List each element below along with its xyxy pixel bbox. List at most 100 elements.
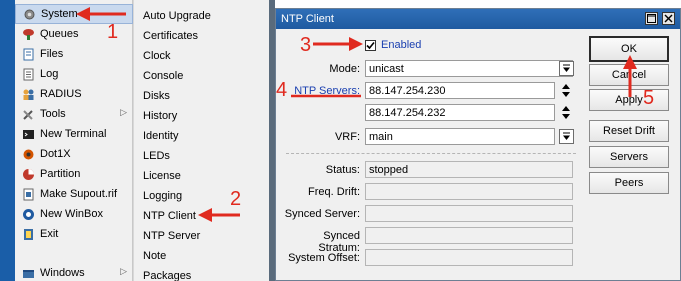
partition-icon bbox=[21, 168, 35, 181]
menu-item-windows[interactable]: Windows ▷ bbox=[15, 263, 133, 281]
menu-item-files[interactable]: Files bbox=[15, 44, 133, 64]
ntp-server-value: 88.147.254.230 bbox=[369, 84, 446, 97]
cancel-button[interactable]: Cancel bbox=[589, 64, 669, 86]
separator bbox=[286, 153, 576, 154]
ntp-server-value: 88.147.254.232 bbox=[369, 106, 446, 119]
mode-select[interactable]: unicast bbox=[365, 60, 573, 77]
submenu-item-note[interactable]: Note bbox=[137, 246, 265, 265]
submenu-item-clock[interactable]: Clock bbox=[137, 46, 265, 65]
close-icon[interactable] bbox=[662, 12, 675, 25]
submenu-item-ntp-client[interactable]: NTP Client bbox=[137, 206, 265, 225]
exit-icon bbox=[21, 228, 35, 241]
mode-value: unicast bbox=[369, 62, 404, 75]
reorder-icon[interactable] bbox=[560, 104, 572, 121]
annotation-number: 3 bbox=[300, 34, 312, 56]
menu-item-partition[interactable]: Partition bbox=[15, 164, 133, 184]
vrf-select[interactable]: main bbox=[365, 128, 555, 145]
ntp-server-field[interactable]: 88.147.254.230 bbox=[365, 82, 555, 99]
tools-icon bbox=[21, 108, 35, 121]
ntp-client-dialog: NTP Client Enabled Mode: unicast NTP Ser… bbox=[275, 8, 681, 281]
vrf-label: VRF: bbox=[334, 131, 360, 143]
side-strip bbox=[0, 0, 15, 281]
vrf-value: main bbox=[369, 130, 393, 143]
radius-icon bbox=[21, 88, 35, 101]
menu-item-label: Files bbox=[40, 48, 64, 60]
ntp-server-field[interactable]: 88.147.254.232 bbox=[365, 104, 555, 121]
enabled-checkbox[interactable] bbox=[365, 40, 376, 51]
reset-drift-button[interactable]: Reset Drift bbox=[589, 120, 669, 142]
annotation-number: 4 bbox=[276, 79, 288, 101]
submenu-item-license[interactable]: License bbox=[137, 166, 265, 185]
menu-item-label: New Terminal bbox=[40, 128, 107, 140]
menu-item-label: Exit bbox=[40, 228, 59, 240]
menu-item-label: Log bbox=[40, 68, 59, 80]
gear-icon bbox=[22, 8, 36, 21]
log-icon bbox=[21, 68, 35, 81]
reorder-icon[interactable] bbox=[560, 82, 572, 99]
system-offset-label: System Offset: bbox=[288, 252, 360, 264]
submenu-arrow-icon: ▷ bbox=[120, 107, 127, 117]
submenu-item-leds[interactable]: LEDs bbox=[137, 146, 265, 165]
system-submenu: Auto Upgrade Certificates Clock Console … bbox=[133, 0, 269, 281]
winbox-icon bbox=[21, 208, 35, 221]
menu-item-label: Dot1X bbox=[40, 148, 71, 160]
submenu-item-identity[interactable]: Identity bbox=[137, 126, 265, 145]
status-value: stopped bbox=[369, 163, 409, 176]
files-icon bbox=[21, 48, 35, 61]
menu-item-make-supout[interactable]: Make Supout.rif bbox=[15, 184, 133, 204]
windows-icon bbox=[21, 267, 35, 280]
menu-item-new-terminal[interactable]: New Terminal bbox=[15, 124, 133, 144]
menu-item-label: Make Supout.rif bbox=[40, 188, 118, 200]
submenu-item-auto-upgrade[interactable]: Auto Upgrade bbox=[137, 6, 265, 25]
synced-stratum-field bbox=[365, 227, 573, 244]
annotation-number: 2 bbox=[230, 188, 242, 210]
submenu-item-logging[interactable]: Logging bbox=[137, 186, 265, 205]
freq-drift-label: Freq. Drift: bbox=[308, 186, 360, 198]
submenu-item-console[interactable]: Console bbox=[137, 66, 265, 85]
status-label: Status: bbox=[325, 164, 360, 176]
maximize-icon[interactable] bbox=[645, 12, 658, 25]
submenu-item-packages[interactable]: Packages bbox=[137, 266, 265, 281]
submenu-arrow-icon: ▷ bbox=[120, 266, 127, 276]
dialog-titlebar[interactable]: NTP Client bbox=[276, 9, 680, 29]
submenu-item-disks[interactable]: Disks bbox=[137, 86, 265, 105]
submenu-item-history[interactable]: History bbox=[137, 106, 265, 125]
menu-item-log[interactable]: Log bbox=[15, 64, 133, 84]
annotation-number: 1 bbox=[107, 21, 119, 43]
menu-item-label: Partition bbox=[40, 168, 81, 180]
menu-item-label: Queues bbox=[40, 28, 79, 40]
menu-item-label: RADIUS bbox=[40, 88, 82, 100]
queues-icon bbox=[21, 28, 35, 41]
submenu-item-ntp-server[interactable]: NTP Server bbox=[137, 226, 265, 245]
ntp-servers-label[interactable]: NTP Servers: bbox=[280, 85, 360, 97]
supout-icon bbox=[21, 188, 35, 201]
menu-item-radius[interactable]: RADIUS bbox=[15, 84, 133, 104]
dialog-title: NTP Client bbox=[281, 13, 334, 25]
menu-item-label: New WinBox bbox=[40, 208, 103, 220]
submenu-item-certificates[interactable]: Certificates bbox=[137, 26, 265, 45]
menu-item-dot1x[interactable]: Dot1X bbox=[15, 144, 133, 164]
freq-drift-field bbox=[365, 183, 573, 200]
menu-item-exit[interactable]: Exit bbox=[15, 224, 133, 244]
dot1x-icon bbox=[21, 148, 35, 161]
menu-item-new-winbox[interactable]: New WinBox bbox=[15, 204, 133, 224]
servers-button[interactable]: Servers bbox=[589, 146, 669, 168]
synced-stratum-label: Synced Stratum: bbox=[318, 230, 360, 254]
synced-server-label: Synced Server: bbox=[284, 208, 360, 220]
menu-item-tools[interactable]: Tools ▷ bbox=[15, 104, 133, 124]
enabled-label: Enabled bbox=[381, 39, 422, 51]
ok-button[interactable]: OK bbox=[589, 36, 669, 62]
apply-button[interactable]: Apply bbox=[589, 89, 669, 111]
chevron-down-icon[interactable] bbox=[559, 61, 574, 76]
chevron-down-icon[interactable] bbox=[559, 129, 574, 144]
system-offset-field bbox=[365, 249, 573, 266]
synced-server-field bbox=[365, 205, 573, 222]
mode-label: Mode: bbox=[329, 63, 360, 75]
terminal-icon bbox=[21, 128, 35, 141]
peers-button[interactable]: Peers bbox=[589, 172, 669, 194]
menu-item-label: System bbox=[41, 8, 78, 20]
status-field: stopped bbox=[365, 161, 573, 178]
menu-item-label: Windows bbox=[40, 267, 85, 279]
menu-item-label: Tools bbox=[40, 108, 66, 120]
annotation-number: 5 bbox=[643, 87, 655, 109]
